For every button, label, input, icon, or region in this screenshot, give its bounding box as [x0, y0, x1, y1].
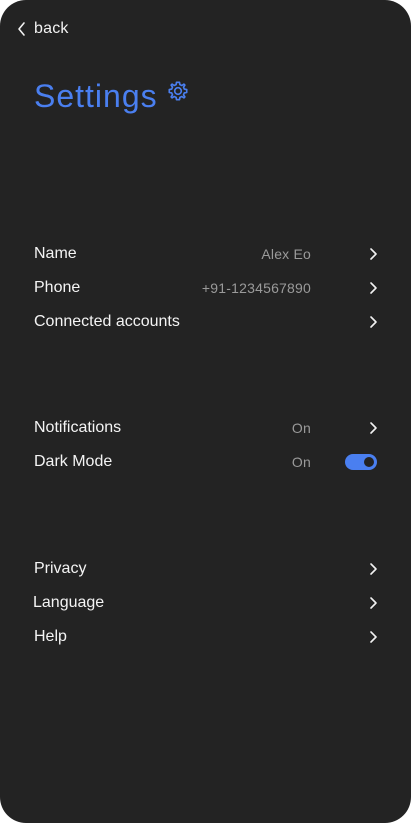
row-value: Alex Eo: [261, 246, 311, 262]
chevron-right-icon: [370, 282, 377, 294]
row-label: Privacy: [34, 560, 87, 577]
row-value: On: [291, 454, 311, 470]
settings-row-dark-mode: Dark Mode On: [0, 445, 411, 479]
settings-row-name[interactable]: Name Alex Eo: [0, 237, 411, 271]
row-label: Language: [33, 594, 105, 611]
row-label: Notifications: [34, 419, 122, 436]
settings-row-privacy[interactable]: Privacy: [0, 552, 411, 586]
settings-row-phone[interactable]: Phone +91-1234567890: [0, 271, 411, 305]
dark-mode-toggle[interactable]: [345, 454, 377, 470]
chevron-right-icon: [370, 631, 377, 643]
page-title: Settings: [34, 78, 158, 114]
back-label: back: [34, 20, 69, 37]
toggle-knob: [364, 457, 374, 467]
gear-icon: [168, 81, 188, 101]
settings-row-help[interactable]: Help: [0, 620, 411, 654]
row-label: Help: [34, 628, 67, 645]
settings-row-notifications[interactable]: Notifications On: [0, 411, 411, 445]
back-button[interactable]: back: [16, 16, 69, 42]
chevron-right-icon: [370, 248, 377, 260]
row-label: Name: [34, 245, 77, 262]
chevron-right-icon: [370, 316, 377, 328]
chevron-right-icon: [370, 563, 377, 575]
row-value: +91-1234567890: [201, 280, 311, 296]
row-label: Dark Mode: [34, 453, 113, 470]
row-label: Phone: [34, 279, 81, 296]
page-header: Settings: [34, 76, 189, 116]
row-label: Connected accounts: [34, 313, 180, 330]
row-value: On: [291, 420, 311, 436]
chevron-left-icon: [18, 22, 25, 36]
chevron-right-icon: [370, 597, 377, 609]
chevron-right-icon: [370, 422, 377, 434]
settings-row-language[interactable]: Language: [0, 586, 411, 620]
settings-screen: back Settings Name Alex Eo Phone +91-123…: [0, 0, 411, 823]
settings-row-connected-accounts[interactable]: Connected accounts: [0, 305, 411, 339]
